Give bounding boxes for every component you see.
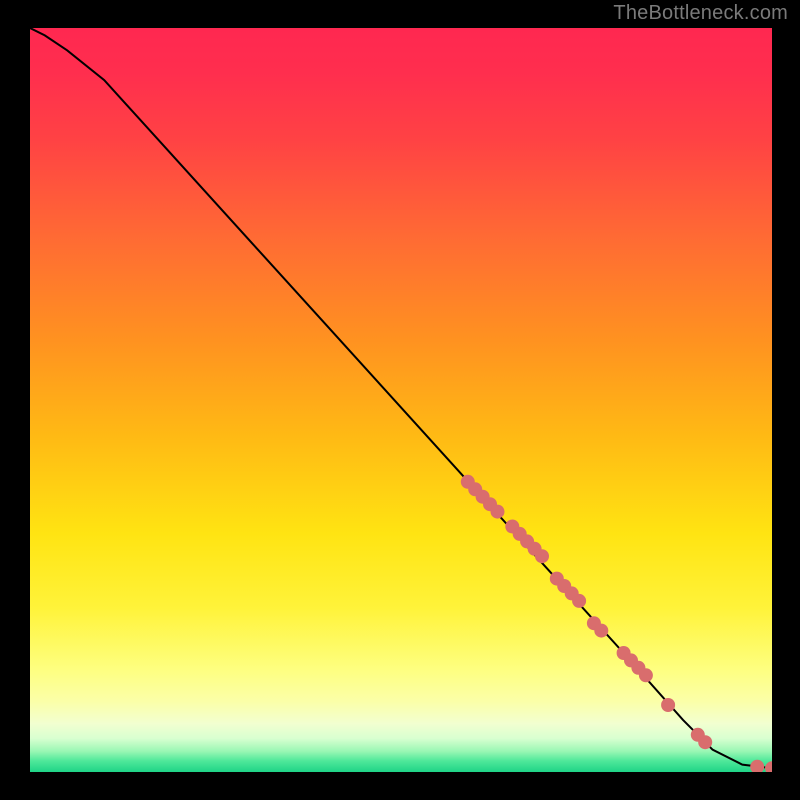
- plot-area: [30, 28, 772, 772]
- watermark-text: TheBottleneck.com: [613, 2, 788, 25]
- highlight-dot: [572, 594, 586, 608]
- chart-svg: [30, 28, 772, 772]
- highlight-dot: [639, 668, 653, 682]
- highlight-dot: [535, 549, 549, 563]
- chart-frame: TheBottleneck.com: [0, 0, 800, 800]
- highlight-dot: [491, 505, 505, 519]
- highlight-dot: [698, 735, 712, 749]
- highlight-dot: [661, 698, 675, 712]
- gradient-background: [30, 28, 772, 772]
- highlight-dot: [594, 624, 608, 638]
